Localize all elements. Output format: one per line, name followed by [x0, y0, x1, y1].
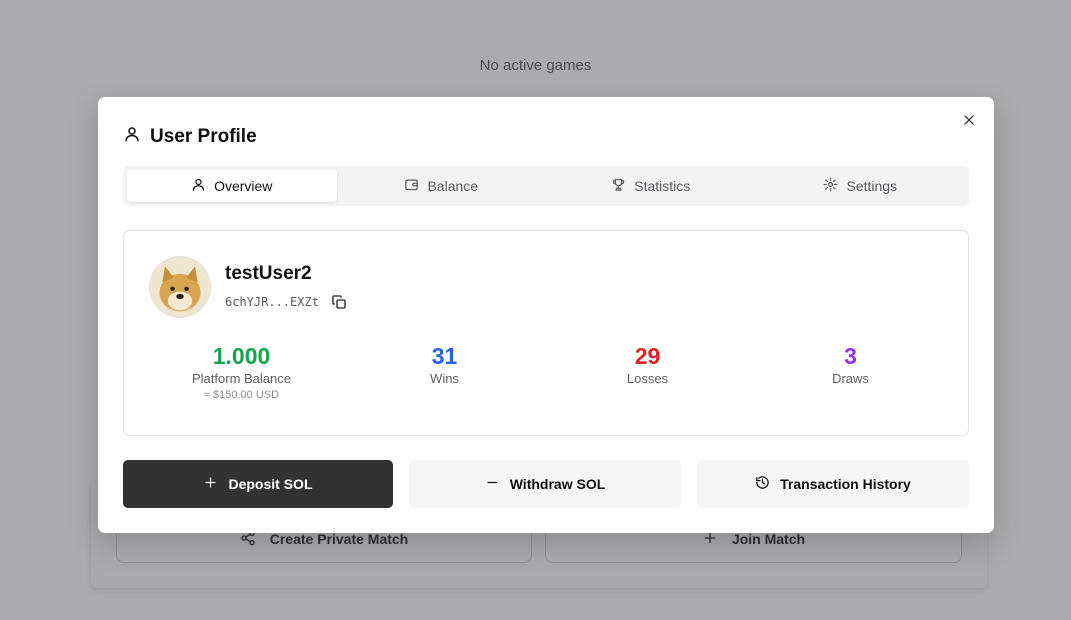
avatar [149, 256, 211, 318]
minus-icon [485, 475, 500, 493]
modal-title-text: User Profile [150, 125, 257, 147]
stat-subtext: ≈ $150.00 USD [203, 389, 280, 402]
user-profile-modal: User Profile Overview Balance Statistics… [98, 97, 994, 533]
stat-label: Draws [832, 371, 869, 387]
user-icon [123, 125, 141, 148]
no-active-games-text: No active games [479, 57, 592, 74]
gear-icon [823, 177, 838, 195]
wallet-icon [404, 177, 419, 195]
stats-row: 1.000 Platform Balance ≈ $150.00 USD 31 … [140, 343, 952, 402]
stat-label: Wins [430, 371, 459, 387]
modal-title: User Profile [123, 125, 257, 148]
join-match-label: Join Match [731, 531, 806, 547]
tab-overview[interactable]: Overview [127, 170, 337, 202]
plus-icon [203, 475, 218, 493]
stat-value: 3 [844, 343, 857, 369]
tab-balance[interactable]: Balance [337, 170, 547, 202]
profile-tabs: Overview Balance Statistics Settings [123, 166, 969, 206]
stat-label: Platform Balance [192, 371, 291, 387]
tab-label: Overview [214, 178, 273, 194]
close-icon [962, 113, 976, 132]
copy-address-button[interactable] [331, 294, 347, 310]
withdraw-sol-label: Withdraw SOL [509, 476, 606, 492]
stat-value: 29 [634, 343, 661, 369]
wallet-address: 6chYJR...EXZt [225, 295, 319, 309]
close-button[interactable] [960, 113, 978, 131]
tab-label: Statistics [634, 178, 691, 194]
stat-platform-balance: 1.000 Platform Balance ≈ $150.00 USD [140, 343, 343, 402]
username: testUser2 [225, 263, 312, 284]
tab-settings[interactable]: Settings [756, 170, 966, 202]
withdraw-sol-button[interactable]: Withdraw SOL [409, 460, 681, 508]
transaction-history-button[interactable]: Transaction History [697, 460, 969, 508]
stat-value: 31 [431, 343, 458, 369]
copy-icon [331, 294, 347, 310]
wallet-address-row: 6chYJR...EXZt [225, 294, 347, 310]
stat-wins: 31 Wins [343, 343, 546, 401]
deposit-sol-button[interactable]: Deposit SOL [123, 460, 393, 508]
user-icon [191, 177, 206, 195]
stat-losses: 29 Losses [546, 343, 749, 401]
stat-draws: 3 Draws [749, 343, 952, 401]
trophy-icon [611, 177, 626, 195]
profile-overview-card: testUser2 6chYJR...EXZt 1.000 Platform B… [123, 230, 969, 436]
stat-label: Losses [626, 371, 669, 387]
history-icon [755, 475, 770, 493]
transaction-history-label: Transaction History [780, 476, 911, 492]
create-private-match-label: Create Private Match [269, 531, 409, 547]
tab-label: Balance [427, 178, 479, 194]
tab-statistics[interactable]: Statistics [546, 170, 756, 202]
deposit-sol-label: Deposit SOL [228, 476, 313, 492]
tab-label: Settings [846, 178, 898, 194]
action-buttons: Deposit SOL Withdraw SOL Transaction His… [123, 460, 969, 508]
stat-value: 1.000 [212, 343, 271, 369]
